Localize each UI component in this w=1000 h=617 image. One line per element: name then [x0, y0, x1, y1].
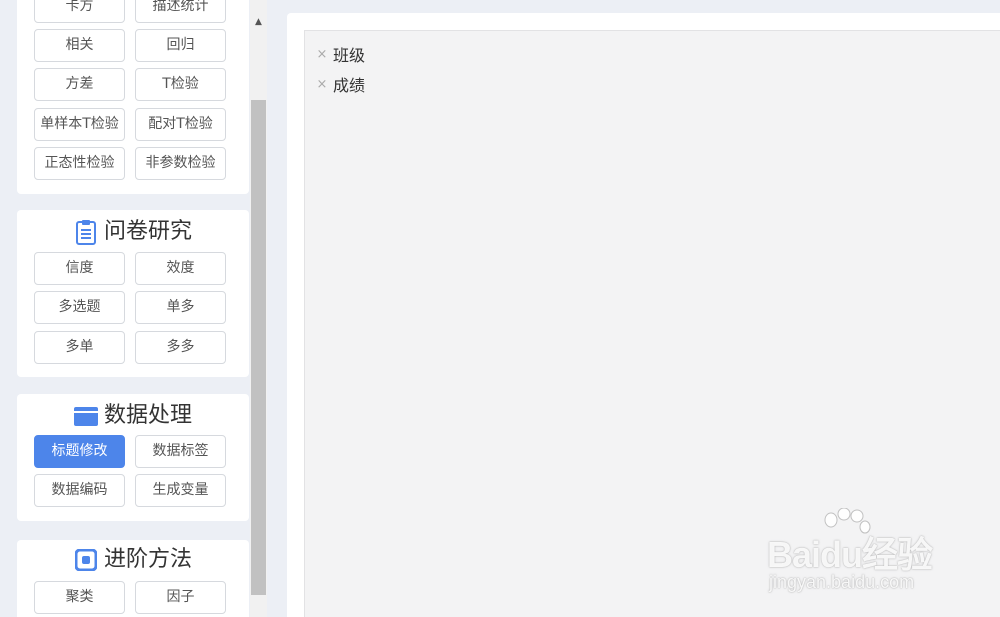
- clipboard-icon: [74, 219, 98, 245]
- target-icon: [74, 547, 98, 573]
- variable-item: × 班级: [315, 42, 365, 66]
- variable-name: 班级: [333, 46, 366, 65]
- remove-variable-icon[interactable]: ×: [315, 77, 329, 92]
- btn-t-test[interactable]: T检验: [135, 68, 226, 101]
- sidebar-scrollbar[interactable]: ▲: [250, 0, 267, 617]
- btn-clustering[interactable]: 聚类: [34, 581, 125, 614]
- btn-data-labels[interactable]: 数据标签: [135, 435, 226, 468]
- btn-generate-variable[interactable]: 生成变量: [135, 474, 226, 507]
- card-data-processing: 数据处理 标题修改 数据标签 数据编码 生成变量: [17, 394, 249, 521]
- card-advanced-methods: 进阶方法 聚类 因子: [17, 540, 249, 617]
- sidebar: 卡方 描述统计 相关 回归 方差 T检验 单样本T检验 配对T检验 正态性检验 …: [0, 0, 268, 617]
- btn-data-encoding[interactable]: 数据编码: [34, 474, 125, 507]
- card-basic-stats: 卡方 描述统计 相关 回归 方差 T检验 单样本T检验 配对T检验 正态性检验 …: [17, 0, 249, 194]
- btn-multiple-choice[interactable]: 多选题: [34, 291, 125, 324]
- btn-factor[interactable]: 因子: [135, 581, 226, 614]
- card-advanced-title: 进阶方法: [17, 545, 249, 575]
- btn-regression[interactable]: 回归: [135, 29, 226, 62]
- btn-title-edit[interactable]: 标题修改: [34, 435, 125, 468]
- btn-multi-single[interactable]: 多单: [34, 331, 125, 364]
- card-survey-research: 问卷研究 信度 效度 多选题 单多 多单 多多: [17, 210, 249, 377]
- card-survey-title-text: 问卷研究: [103, 219, 192, 244]
- card-data-title: 数据处理: [17, 401, 249, 431]
- variable-drop-area[interactable]: × 班级 × 成绩: [304, 30, 1000, 617]
- variable-item: × 成绩: [315, 72, 365, 96]
- btn-chi-square[interactable]: 卡方: [34, 0, 125, 23]
- btn-descriptive[interactable]: 描述统计: [135, 0, 226, 23]
- card-survey-title: 问卷研究: [17, 217, 249, 247]
- btn-nonparametric-test[interactable]: 非参数检验: [135, 147, 226, 180]
- scroll-thumb[interactable]: [251, 100, 266, 595]
- folder-icon: [73, 403, 98, 429]
- btn-validity[interactable]: 效度: [135, 252, 226, 285]
- btn-multi-multi[interactable]: 多多: [135, 331, 226, 364]
- card-data-title-text: 数据处理: [103, 403, 192, 428]
- remove-variable-icon[interactable]: ×: [315, 47, 329, 62]
- btn-paired-t-test[interactable]: 配对T检验: [135, 108, 226, 141]
- btn-normality-test[interactable]: 正态性检验: [34, 147, 125, 180]
- btn-anova[interactable]: 方差: [34, 68, 125, 101]
- scroll-up-arrow-icon[interactable]: ▲: [250, 14, 267, 31]
- variable-name: 成绩: [333, 76, 366, 95]
- main-panel: × 班级 × 成绩: [287, 13, 1000, 617]
- btn-single-multi[interactable]: 单多: [135, 291, 226, 324]
- btn-correlation[interactable]: 相关: [34, 29, 125, 62]
- btn-one-sample-t-test[interactable]: 单样本T检验: [34, 108, 125, 141]
- btn-reliability[interactable]: 信度: [34, 252, 125, 285]
- card-advanced-title-text: 进阶方法: [103, 547, 192, 572]
